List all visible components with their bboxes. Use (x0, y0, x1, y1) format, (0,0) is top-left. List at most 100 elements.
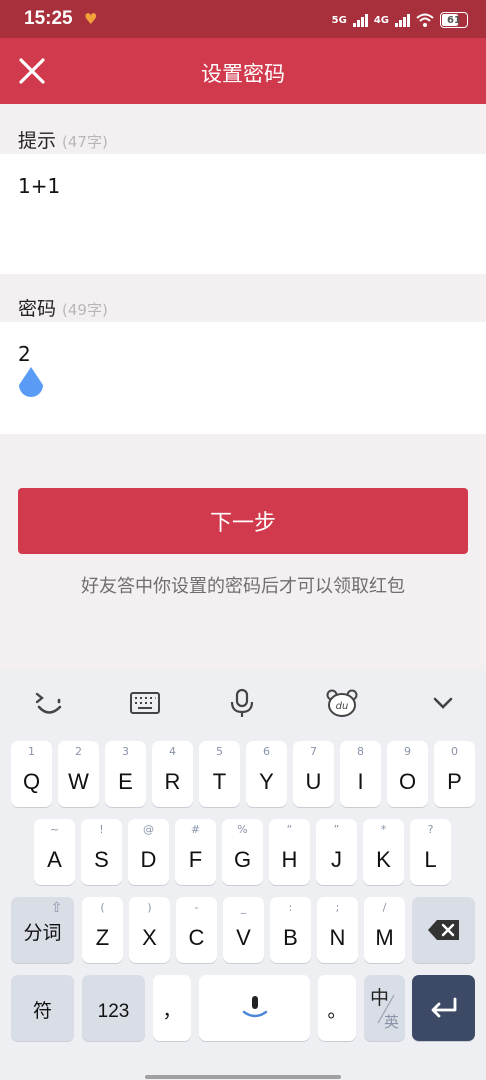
collapse-chevron-icon[interactable] (426, 688, 460, 718)
home-indicator[interactable] (145, 1075, 341, 1079)
comma-key-label: ， (162, 1001, 182, 1022)
wifi-icon (416, 13, 434, 27)
period-key[interactable]: 。 (318, 975, 356, 1041)
footer-hint: 好友答中你设置的密码后才可以领取红包 (81, 576, 405, 597)
hint-input[interactable]: 1+1 (0, 154, 486, 274)
key-k[interactable]: * K (363, 819, 404, 885)
backspace-key[interactable] (412, 897, 475, 963)
key-t[interactable]: 5T (199, 741, 240, 807)
number-key[interactable]: 123 (82, 975, 145, 1041)
language-switch-key[interactable]: 中 英 (364, 975, 405, 1041)
key-u[interactable]: 7U (293, 741, 334, 807)
key-v[interactable]: _ V (223, 897, 264, 963)
key-secondary-label: 1 (28, 745, 35, 758)
key-secondary-label: “ (286, 823, 293, 836)
key-secondary-label: ( (100, 901, 105, 914)
shift-arrow-icon: ⇧ (50, 900, 63, 916)
hint-label: 提示 (18, 130, 57, 152)
key-primary-label: H (281, 847, 298, 872)
key-g[interactable]: % G (222, 819, 263, 885)
key-s[interactable]: ! S (81, 819, 122, 885)
key-primary-label: Z (95, 925, 110, 950)
hint-char-count: (47字) (62, 133, 108, 151)
key-m[interactable]: / M (364, 897, 405, 963)
microphone-icon[interactable] (225, 688, 259, 718)
key-primary-label: T (212, 769, 227, 794)
password-label-row: 密码 (49字) (18, 294, 108, 321)
password-input[interactable]: 2 (0, 322, 486, 434)
emoji-face-icon[interactable] (32, 688, 66, 718)
app-bar: 设置密码 (0, 38, 486, 104)
key-primary-label: G (233, 847, 252, 872)
key-e[interactable]: 3E (105, 741, 146, 807)
key-q[interactable]: 1Q (11, 741, 52, 807)
shift-key-label: 分词 (23, 923, 62, 944)
next-button[interactable]: 下一步 (18, 488, 468, 554)
shift-segment-key[interactable]: ⇧ 分词 (11, 897, 74, 963)
key-secondary-label: / (382, 901, 387, 914)
key-primary-label: R (164, 769, 181, 794)
network-5g-label: 5G (331, 14, 347, 26)
key-secondary-label: 2 (75, 745, 82, 758)
key-f[interactable]: # F (175, 819, 216, 885)
period-key-label: 。 (327, 1001, 347, 1022)
key-o[interactable]: 9O (387, 741, 428, 807)
key-n[interactable]: ; N (317, 897, 358, 963)
key-z[interactable]: (Z (82, 897, 123, 963)
key-secondary-label: 8 (357, 745, 364, 758)
key-primary-label: X (142, 925, 157, 950)
key-r[interactable]: 4R (152, 741, 193, 807)
key-c[interactable]: -C (176, 897, 217, 963)
keyboard-icon[interactable] (128, 688, 162, 718)
key-primary-label: Q (22, 769, 41, 794)
key-primary-label: W (68, 769, 89, 794)
key-primary-label: D (140, 847, 157, 872)
key-secondary-label: 5 (216, 745, 223, 758)
key-x[interactable]: ) X (129, 897, 170, 963)
key-primary-label: M (375, 925, 394, 950)
battery-level: 61 (447, 14, 461, 26)
key-j[interactable]: ” J (316, 819, 357, 885)
key-secondary-label: 0 (451, 745, 458, 758)
hint-input-value: 1+1 (18, 174, 61, 198)
enter-key[interactable] (412, 975, 475, 1041)
key-primary-label: B (283, 925, 298, 950)
key-y[interactable]: 6Y (246, 741, 287, 807)
key-h[interactable]: “H (269, 819, 310, 885)
key-b[interactable]: :B (270, 897, 311, 963)
key-primary-label: E (118, 769, 133, 794)
password-label: 密码 (18, 298, 57, 320)
key-secondary-label: ! (99, 823, 104, 836)
key-l[interactable]: ? L (410, 819, 451, 885)
signal-icon (395, 13, 410, 27)
symbol-key[interactable]: 符 (11, 975, 74, 1041)
key-primary-label: P (447, 769, 462, 794)
key-primary-label: N (329, 925, 346, 950)
key-secondary-label: 4 (169, 745, 176, 758)
key-secondary-label: ; (335, 901, 340, 914)
key-secondary-label: _ (240, 901, 247, 914)
key-w[interactable]: 2W (58, 741, 99, 807)
status-indicators: 5G 4G 61 (332, 9, 468, 31)
key-d[interactable]: @ D (128, 819, 169, 885)
space-key[interactable] (199, 975, 310, 1041)
app-notification-icon: ♥ (84, 10, 98, 28)
key-primary-label: F (188, 847, 203, 872)
key-primary-label: U (305, 769, 322, 794)
backspace-icon (428, 920, 459, 940)
key-a[interactable]: ~ A (34, 819, 75, 885)
key-i[interactable]: 8I (340, 741, 381, 807)
battery-icon: 61 (440, 12, 468, 28)
key-primary-label: I (357, 769, 364, 794)
key-secondary-label: 3 (122, 745, 129, 758)
password-input-value: 2 (18, 342, 31, 366)
comma-key[interactable]: ， (153, 975, 191, 1041)
text-cursor-handle[interactable] (16, 366, 46, 402)
status-bar: 15:25 ♥ 5G 4G 61 (0, 0, 486, 38)
bear-logo-icon[interactable]: du (325, 688, 359, 718)
language-divider-icon (377, 994, 395, 1024)
key-secondary-label: # (190, 823, 201, 836)
key-secondary-label: ~ (49, 823, 60, 836)
key-p[interactable]: 0P (434, 741, 475, 807)
key-primary-label: S (94, 847, 109, 872)
